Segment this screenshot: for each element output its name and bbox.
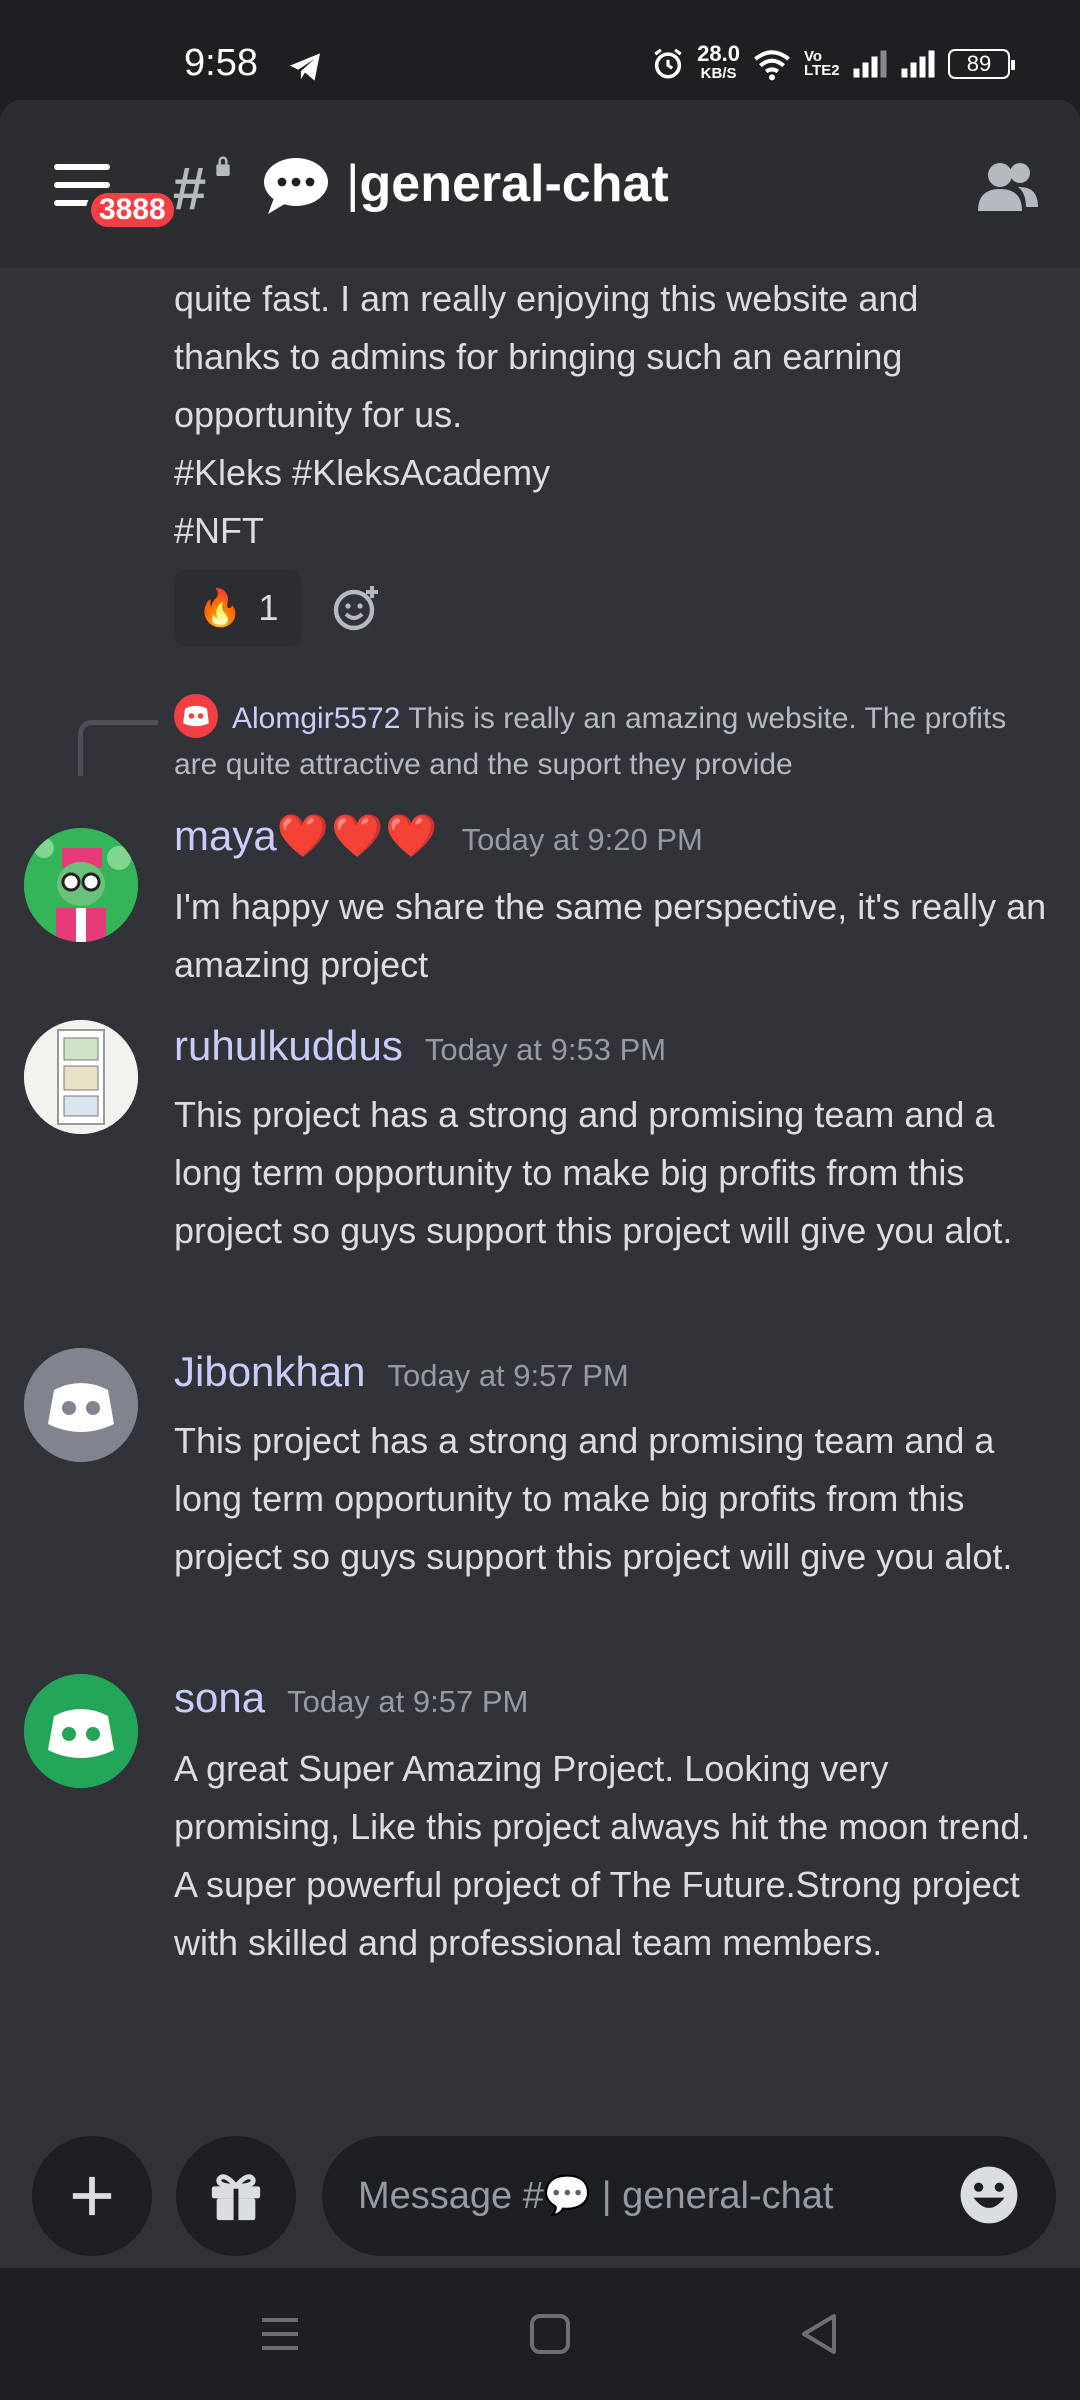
telegram-icon bbox=[290, 53, 320, 81]
discord-logo-icon bbox=[24, 1674, 138, 1788]
channel-hash-icon: # bbox=[172, 155, 206, 222]
timestamp: Today at 9:57 PM bbox=[387, 1358, 629, 1393]
volte-label: Vo LTE2 bbox=[804, 48, 840, 79]
avatar-image bbox=[24, 1020, 138, 1134]
network-speed: 28.0 KB/S bbox=[697, 41, 740, 83]
text-line: #Kleks #KleksAcademy bbox=[174, 452, 551, 493]
recent-apps-icon[interactable] bbox=[256, 2310, 304, 2358]
avatar-jibonkhan[interactable] bbox=[24, 1348, 138, 1462]
avatar-ruhulkuddus[interactable] bbox=[24, 1020, 138, 1134]
home-icon[interactable] bbox=[526, 2310, 574, 2358]
members-icon[interactable] bbox=[976, 158, 1040, 212]
avatar-maya[interactable] bbox=[24, 828, 138, 942]
author-line: ruhulkuddus Today at 9:53 PM bbox=[174, 1022, 666, 1070]
author-line: sona Today at 9:57 PM bbox=[174, 1674, 528, 1722]
message-body: A great Super Amazing Project. Looking v… bbox=[174, 1748, 1031, 1963]
discord-logo-icon bbox=[24, 1348, 138, 1462]
signal-2-icon bbox=[901, 50, 935, 78]
status-time: 9:58 bbox=[184, 42, 258, 84]
alarm-icon bbox=[654, 48, 682, 79]
system-nav-bar bbox=[0, 2268, 1080, 2400]
text-line: thanks to admins for bringing such an ea… bbox=[174, 336, 903, 377]
avatar-sona[interactable] bbox=[24, 1674, 138, 1788]
timestamp: Today at 9:57 PM bbox=[287, 1684, 529, 1719]
message-placeholder: Message #💬 | general-chat bbox=[358, 2175, 834, 2217]
message-body: I'm happy we share the same perspective,… bbox=[174, 886, 1047, 985]
author-name[interactable]: sona bbox=[174, 1674, 265, 1722]
author-name[interactable]: maya bbox=[174, 812, 277, 860]
fire-reaction[interactable]: 🔥 1 bbox=[174, 570, 302, 646]
unread-badge: 3888 bbox=[86, 188, 179, 232]
composer-bar: Message #💬 | general-chat bbox=[0, 2110, 1080, 2268]
emoji-icon[interactable] bbox=[958, 2164, 1020, 2226]
message-input[interactable]: Message #💬 | general-chat bbox=[322, 2136, 1056, 2256]
gift-button[interactable] bbox=[176, 2136, 296, 2256]
plus-icon bbox=[72, 2176, 112, 2216]
channel-title[interactable]: |general-chat bbox=[346, 154, 669, 214]
author-hearts: ❤️❤️❤️ bbox=[276, 812, 440, 859]
reply-author[interactable]: Alomgir5572 bbox=[232, 702, 400, 735]
lock-icon bbox=[216, 156, 230, 176]
chat-screen: 3888 # |general-chat quite fast. I am re… bbox=[0, 100, 1080, 2268]
text-line: opportunity for us. bbox=[174, 394, 463, 435]
reply-reference[interactable]: Alomgir5572 This is really an amazing we… bbox=[174, 694, 1054, 788]
add-attachment-button[interactable] bbox=[32, 2136, 152, 2256]
text-line: #NFT bbox=[174, 510, 264, 551]
battery-indicator: 89 bbox=[948, 49, 1015, 79]
channel-header: 3888 # |general-chat bbox=[0, 100, 1080, 268]
status-icons: 28.0 KB/S Vo LTE2 89 bbox=[651, 41, 1015, 84]
avatar-image bbox=[24, 828, 138, 942]
fire-emoji: 🔥 bbox=[197, 587, 243, 628]
message-body: This project has a strong and promising … bbox=[174, 1094, 1013, 1251]
back-icon[interactable] bbox=[796, 2310, 844, 2358]
author-name[interactable]: ruhulkuddus bbox=[174, 1022, 403, 1070]
reaction-count: 1 bbox=[258, 587, 279, 628]
reply-avatar bbox=[174, 694, 218, 739]
wifi-icon bbox=[754, 50, 790, 81]
timestamp: Today at 9:20 PM bbox=[461, 822, 703, 857]
add-reaction-icon[interactable] bbox=[332, 584, 380, 632]
signal-1-icon bbox=[853, 50, 887, 78]
speech-bubble-icon bbox=[264, 158, 328, 214]
message-continuation: quite fast. I am really enjoying this we… bbox=[174, 270, 1054, 560]
discord-logo-icon bbox=[183, 705, 209, 727]
timestamp: Today at 9:53 PM bbox=[424, 1032, 667, 1067]
reply-connector bbox=[78, 720, 158, 776]
reactions-row: 🔥 1 bbox=[174, 570, 380, 646]
status-bar: 9:58 28.0 KB/S Vo LTE2 89 bbox=[0, 0, 1080, 100]
text-line: quite fast. I am really enjoying this we… bbox=[174, 278, 919, 319]
author-name[interactable]: Jibonkhan bbox=[174, 1348, 365, 1396]
author-line: Jibonkhan Today at 9:57 PM bbox=[174, 1348, 629, 1396]
author-line: maya ❤️❤️❤️ Today at 9:20 PM bbox=[174, 812, 703, 861]
gift-icon bbox=[211, 2174, 261, 2221]
message-body: This project has a strong and promising … bbox=[174, 1420, 1013, 1577]
